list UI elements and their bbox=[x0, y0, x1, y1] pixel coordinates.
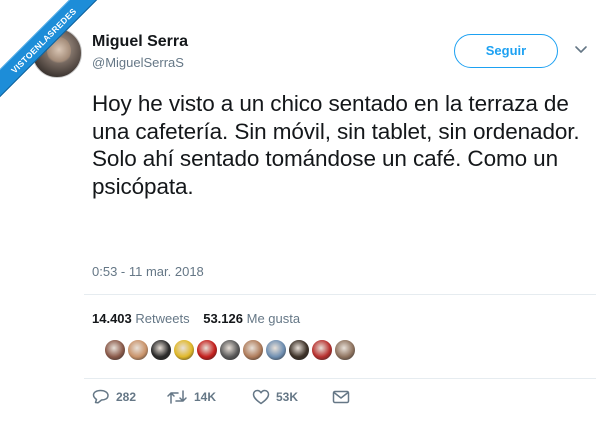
retweets-label[interactable]: Retweets bbox=[135, 311, 189, 326]
watermark-text: VISTOENLASREDES bbox=[0, 0, 110, 108]
liker-avatar[interactable] bbox=[127, 339, 149, 361]
likes-label[interactable]: Me gusta bbox=[247, 311, 300, 326]
reply-count: 282 bbox=[116, 390, 137, 404]
divider bbox=[84, 294, 596, 295]
retweet-count: 14K bbox=[194, 390, 217, 404]
divider bbox=[84, 378, 596, 379]
liker-avatar[interactable] bbox=[265, 339, 287, 361]
chevron-down-icon[interactable] bbox=[574, 42, 588, 56]
likes-count[interactable]: 53.126 bbox=[203, 311, 243, 326]
liker-avatar[interactable] bbox=[173, 339, 195, 361]
follow-button[interactable]: Seguir bbox=[454, 34, 558, 68]
retweet-icon bbox=[167, 390, 187, 404]
heart-icon bbox=[252, 389, 270, 405]
message-action[interactable] bbox=[332, 387, 350, 407]
tweet-text: Hoy he visto a un chico sentado en la te… bbox=[92, 91, 580, 199]
liker-avatar[interactable] bbox=[104, 339, 126, 361]
like-count: 53K bbox=[276, 390, 299, 404]
like-action[interactable]: 53K bbox=[252, 387, 298, 407]
retweet-action[interactable]: 14K bbox=[166, 387, 216, 407]
envelope-icon bbox=[332, 390, 350, 404]
liker-avatar[interactable] bbox=[196, 339, 218, 361]
reply-icon bbox=[92, 389, 109, 404]
liker-avatar[interactable] bbox=[150, 339, 172, 361]
liker-avatar[interactable] bbox=[219, 339, 241, 361]
retweets-count[interactable]: 14.403 bbox=[92, 311, 132, 326]
tweet-timestamp[interactable]: 0:53 - 11 mar. 2018 bbox=[92, 264, 204, 279]
watermark-ribbon: VISTOENLASREDES bbox=[0, 0, 110, 110]
liker-avatar[interactable] bbox=[334, 339, 356, 361]
liker-avatar[interactable] bbox=[288, 339, 310, 361]
tweet-stats: 14.403 Retweets 53.126 Me gusta bbox=[92, 311, 300, 326]
reply-action[interactable]: 282 bbox=[92, 387, 136, 407]
liker-avatar[interactable] bbox=[311, 339, 333, 361]
liker-avatar[interactable] bbox=[242, 339, 264, 361]
